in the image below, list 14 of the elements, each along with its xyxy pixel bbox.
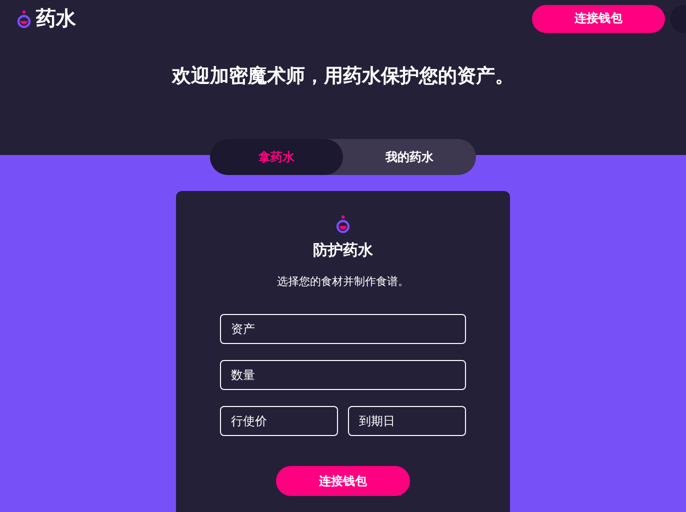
input-field[interactable]: 行使价 bbox=[220, 406, 338, 436]
input-field[interactable]: 到期日 bbox=[348, 406, 466, 436]
potion-logo-icon bbox=[16, 10, 32, 28]
tab[interactable]: 拿药水 bbox=[210, 139, 343, 175]
input-field[interactable]: 数量 bbox=[220, 360, 466, 390]
logo-text: 药水 bbox=[36, 5, 76, 32]
connect-wallet-button[interactable]: 连接钱包 bbox=[276, 466, 410, 496]
tab[interactable]: 我的药水 bbox=[343, 139, 476, 175]
card-title: 防护药水 bbox=[313, 241, 373, 260]
potion-icon bbox=[335, 215, 351, 233]
input-field[interactable]: 资产 bbox=[220, 314, 466, 344]
card-subtitle: 选择您的食材并制作食谱。 bbox=[277, 274, 409, 289]
headline: 欢迎加密魔术师，用药水保护您的资产。 bbox=[170, 64, 515, 89]
connect-wallet-button[interactable]: 连接钱包 bbox=[532, 4, 665, 32]
